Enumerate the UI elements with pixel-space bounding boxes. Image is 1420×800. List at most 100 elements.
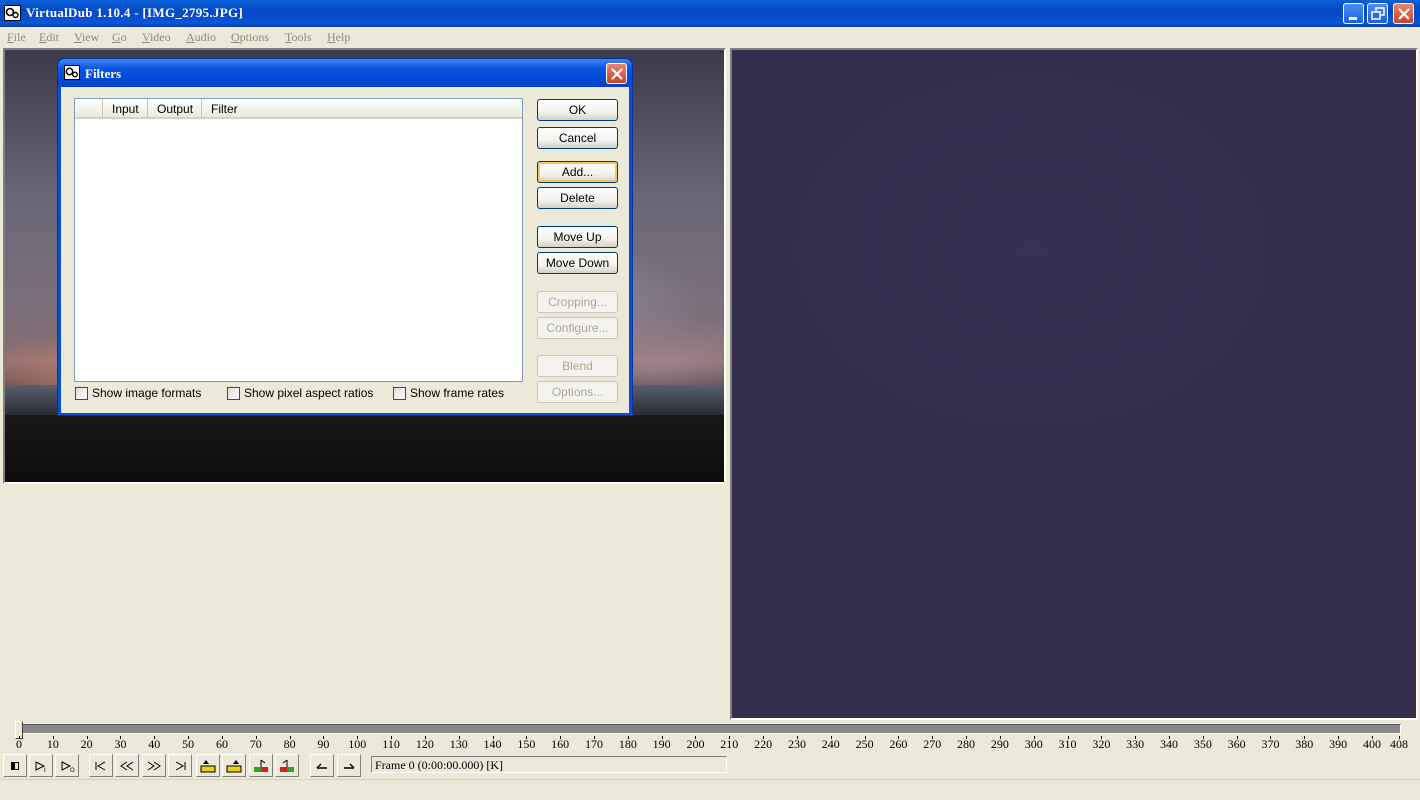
scene-reverse-button[interactable] [196,754,220,777]
timeline-tick-label: 400 [1362,737,1381,751]
timeline-tick-label: 220 [754,737,773,751]
timeline-tick-label: 380 [1295,737,1314,751]
timeline-tick-label: 370 [1261,737,1280,751]
cropping-button[interactable]: Cropping... [537,291,618,313]
selection-start-button[interactable] [310,754,334,777]
checkbox-label: Show pixel aspect ratios [244,386,374,400]
selection-end-button[interactable] [337,754,361,777]
filters-dialog-body: Input Output Filter OK Cancel Add... Del… [61,87,629,413]
stop-icon [11,762,19,770]
timeline-tick-label: 340 [1160,737,1178,751]
go-to-end-button[interactable] [168,754,192,777]
mark-in-button[interactable] [249,754,273,777]
add-filter-button[interactable]: Add... [537,161,618,183]
timeline-tick-label: 290 [990,737,1009,751]
timeline-tick-label: 270 [923,737,942,751]
timeline-tick-label: 20 [80,737,93,751]
menu-audio[interactable]: Audio [186,30,216,45]
checkbox-box[interactable] [75,387,88,400]
timeline-tick-label: 180 [618,737,637,751]
svg-text:I: I [44,767,46,774]
timeline-tick-label: 150 [517,737,536,751]
timeline-tick-label: 260 [889,737,908,751]
timeline-tick-label: 50 [182,737,195,751]
minimize-icon [1349,17,1357,20]
timeline-tick-label: 280 [957,737,976,751]
options-button[interactable]: Options... [537,381,618,403]
timeline-tick-label: 240 [821,737,840,751]
input-frame-ground [5,415,724,482]
filter-list[interactable]: Input Output Filter [74,98,523,382]
filters-dialog-title: Filters [85,66,122,81]
timeline-tick-label: 350 [1193,737,1212,751]
menu-tools[interactable]: Tools [285,30,312,45]
scene-forward-button[interactable] [222,754,246,777]
filter-list-header: Input Output Filter [75,99,522,119]
checkbox-box[interactable] [227,387,240,400]
selection-end-icon [344,763,355,769]
next-key-icon [147,761,161,771]
title-bar: VirtualDub 1.10.4 - [IMG_2795.JPG] [0,0,1420,27]
play-output-button[interactable]: O [55,754,79,777]
timeline-tick-label: 40 [148,737,161,751]
delete-button[interactable]: Delete [537,187,618,209]
column-header-input[interactable]: Input [103,99,148,117]
timeline-tick-label: 0 [16,737,22,751]
blend-button[interactable]: Blend [537,355,618,377]
menu-go[interactable]: Go [112,30,127,45]
timeline-tick-label: 10 [46,737,59,751]
move-up-button[interactable]: Move Up [537,226,618,248]
timeline-tick-label: 190 [652,737,671,751]
go-to-start-button[interactable] [89,754,113,777]
menu-file[interactable]: File [7,30,26,45]
timeline-tick-label: 160 [551,737,570,751]
menu-help[interactable]: Help [327,30,350,45]
timeline-tick-label: 330 [1126,737,1145,751]
checkbox-box[interactable] [393,387,406,400]
column-header-output[interactable]: Output [148,99,202,117]
timeline-tick-label: 90 [317,737,330,751]
close-icon [611,68,623,80]
filters-dialog-icon [64,65,80,80]
menu-options[interactable]: Options [231,30,269,45]
ok-button[interactable]: OK [537,99,618,121]
mark-out-button[interactable] [275,754,299,777]
window-title: VirtualDub 1.10.4 - [IMG_2795.JPG] [26,5,243,20]
configure-button[interactable]: Configure... [537,317,618,339]
timeline-tick-label: 140 [483,737,502,751]
column-header-check[interactable] [75,99,103,117]
timeline-tick-label: 408 [1390,737,1408,751]
checkbox-label: Show image formats [92,386,202,400]
prev-keyframe-button[interactable] [115,754,139,777]
timeline-tick-label: 250 [855,737,874,751]
close-button[interactable] [1393,3,1414,24]
menu-video[interactable]: Video [142,30,171,45]
stop-button[interactable] [3,754,27,777]
column-header-filter[interactable]: Filter [202,99,522,117]
restore-icon [1371,7,1385,20]
timeline-tick-label: 30 [114,737,127,751]
play-input-button[interactable]: I [29,754,53,777]
menu-view[interactable]: View [74,30,99,45]
filters-dialog-title-bar[interactable]: Filters [58,59,632,87]
virtualdub-app-icon[interactable] [4,5,21,21]
scene-fwd-icon [226,760,242,773]
timeline-tick-label: 70 [249,737,262,751]
timeline-tick-label: 210 [720,737,739,751]
output-video-pane[interactable] [730,48,1418,720]
timeline-tick-label: 230 [787,737,806,751]
checkbox-label: Show frame rates [410,386,505,400]
move-down-button[interactable]: Move Down [537,252,618,274]
filters-dialog-close-button[interactable] [606,63,627,84]
next-keyframe-button[interactable] [142,754,166,777]
cancel-button[interactable]: Cancel [537,127,618,149]
timeline-tick-label: 110 [382,737,400,751]
timeline-tick-label: 170 [585,737,603,751]
timeline-tick-label: 120 [415,737,434,751]
timeline-track[interactable] [17,724,1401,734]
restore-button[interactable] [1367,3,1388,24]
timeline-tick-label: 100 [348,737,367,751]
timeline-tick-label: 390 [1329,737,1348,751]
menu-edit[interactable]: Edit [39,30,59,45]
minimize-button[interactable] [1343,3,1364,24]
